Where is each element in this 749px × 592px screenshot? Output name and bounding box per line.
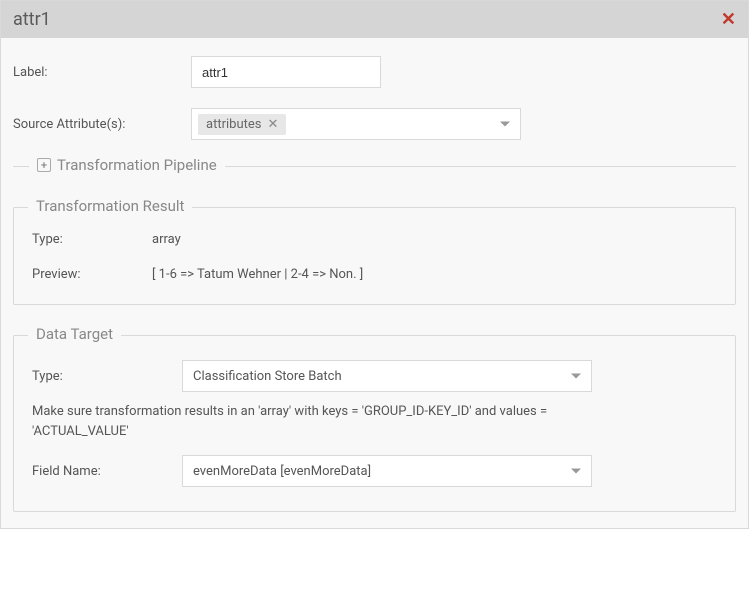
dialog-header: attr1 ✕ [1,1,748,38]
target-fieldname-select[interactable]: evenMoreData [evenMoreData] [182,455,592,487]
source-attr-row: Source Attribute(s): attributes ✕ [13,100,736,140]
target-type-select[interactable]: Classification Store Batch [182,360,592,392]
data-target-fieldset: Data Target Type: Classification Store B… [13,335,736,512]
source-attr-tag: attributes ✕ [198,114,286,135]
transformation-result-body: Type: array Preview: [ 1-6 => Tatum Wehn… [14,208,735,304]
plus-icon[interactable]: + [37,158,51,172]
result-preview-row: Preview: [ 1-6 => Tatum Wehner | 2-4 => … [32,267,717,282]
transformation-result-legend-text: Transformation Result [36,197,184,215]
chevron-down-icon[interactable] [571,374,581,379]
result-preview-label: Preview: [32,267,152,282]
transformation-result-fieldset: Transformation Result Type: array Previe… [13,207,736,305]
target-fieldname-label: Field Name: [32,464,182,479]
source-attr-label: Source Attribute(s): [13,117,191,132]
dialog-title: attr1 [13,9,51,30]
transformation-pipeline-legend: + Transformation Pipeline [29,156,225,174]
target-type-value: Classification Store Batch [193,369,342,384]
data-target-hint: Make sure transformation results in an '… [32,402,592,441]
dialog-body: Label: Source Attribute(s): attributes ✕… [1,38,748,528]
target-fieldname-value: evenMoreData [evenMoreData] [193,464,371,479]
target-type-label: Type: [32,369,182,384]
label-input[interactable] [191,56,381,88]
transformation-pipeline-legend-text: Transformation Pipeline [57,156,217,174]
result-type-label: Type: [32,232,152,247]
chevron-down-icon[interactable] [571,469,581,474]
source-attr-tag-label: attributes [206,117,261,132]
label-field-label: Label: [13,65,191,80]
chevron-down-icon[interactable] [500,122,510,127]
dialog-window: attr1 ✕ Label: Source Attribute(s): attr… [0,0,749,529]
data-target-legend-text: Data Target [36,325,113,343]
transformation-pipeline-fieldset: + Transformation Pipeline [13,166,736,167]
tag-remove-icon[interactable]: ✕ [267,118,278,131]
source-attr-select[interactable]: attributes ✕ [191,108,521,140]
data-target-legend: Data Target [28,325,121,343]
data-target-body: Type: Classification Store Batch Make su… [14,336,735,511]
close-icon[interactable]: ✕ [721,11,736,29]
result-type-value: array [152,232,181,247]
label-row: Label: [13,48,736,88]
result-type-row: Type: array [32,232,717,247]
result-preview-value: [ 1-6 => Tatum Wehner | 2-4 => Non. ] [152,267,363,282]
target-type-row: Type: Classification Store Batch [32,360,717,392]
transformation-result-legend: Transformation Result [28,197,192,215]
target-fieldname-row: Field Name: evenMoreData [evenMoreData] [32,455,717,487]
